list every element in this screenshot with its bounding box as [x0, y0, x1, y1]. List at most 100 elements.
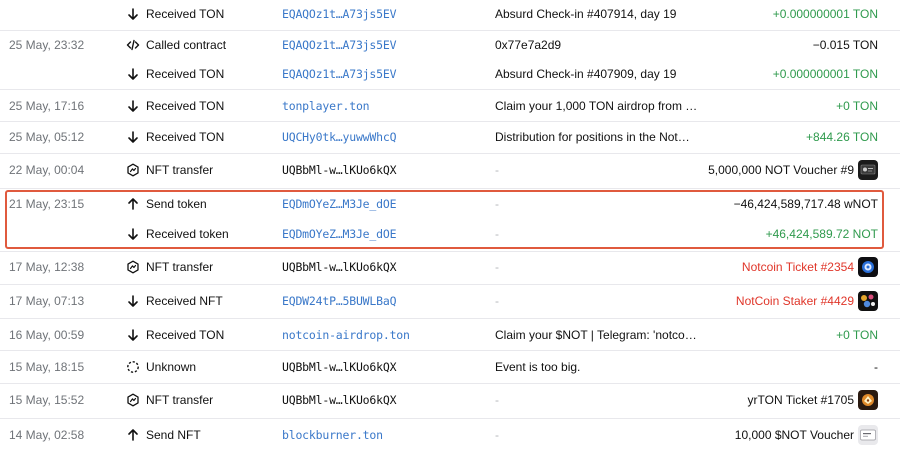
arrow-down-icon — [126, 130, 140, 144]
row-separator — [0, 251, 900, 252]
counterparty-address[interactable]: blockburner.ton — [282, 427, 383, 443]
counterparty-address: UQBbMl-w…lKUo6kQX — [282, 260, 397, 274]
transaction-action: NFT transfer — [126, 162, 213, 178]
transaction-value: +844.26 TON — [806, 130, 878, 144]
transaction-comment: Absurd Check-in #407914, day 19 — [495, 7, 677, 21]
transaction-date: 16 May, 00:59 — [9, 328, 85, 342]
unknown-icon — [126, 360, 140, 374]
nft-icon — [126, 260, 140, 274]
action-label: NFT transfer — [146, 163, 214, 177]
action-label: Unknown — [146, 360, 197, 374]
transaction-row[interactable]: 14 May, 02:58 Send NFT blockburner.ton - 10,… — [0, 425, 900, 445]
nft-thumbnail[interactable] — [858, 257, 878, 277]
transaction-value: +0 TON — [836, 328, 878, 342]
transaction-action: Unknown — [126, 359, 196, 375]
counterparty-address[interactable]: EQAQOz1t…A73js5EV — [282, 6, 397, 22]
transaction-row[interactable]: 15 May, 15:52 NFT transfer UQBbMl-w…lKUo6k… — [0, 390, 900, 410]
row-separator — [0, 121, 900, 122]
counterparty-address: UQBbMl-w…lKUo6kQX — [282, 360, 397, 374]
row-separator — [0, 89, 900, 90]
transaction-row[interactable]: Received TON EQAQOz1t…A73js5EV Absurd Chec… — [0, 4, 900, 24]
transaction-date: 17 May, 07:13 — [9, 294, 85, 308]
transaction-value: Notcoin Ticket #2354 — [741, 260, 854, 274]
transaction-comment: - — [495, 163, 499, 177]
counterparty-address[interactable]: notcoin-airdrop.ton — [282, 327, 410, 343]
transaction-row[interactable]: Received token EQDmOYeZ…M3Je_dOE - +46,424,… — [0, 224, 900, 244]
transaction-comment: Absurd Check-in #407909, day 19 — [495, 67, 677, 81]
action-label: Received TON — [146, 7, 225, 21]
nft-icon — [126, 393, 140, 407]
arrow-down-icon — [126, 227, 140, 241]
transaction-row[interactable]: 25 May, 17:16 Received TON tonplayer.ton Cl… — [0, 96, 900, 116]
arrow-down-icon — [126, 67, 140, 81]
transaction-row[interactable]: 25 May, 05:12 Received TON UQCHy0tk…yuwwWh… — [0, 127, 900, 147]
transaction-value: 10,000 $NOT Voucher — [734, 428, 854, 442]
transaction-date: 15 May, 15:52 — [9, 393, 85, 407]
arrow-up-icon — [126, 197, 140, 211]
transaction-comment: - — [495, 197, 499, 211]
transaction-row[interactable]: 15 May, 18:15 Unknown UQBbMl-w…lKUo6kQX Eve… — [0, 357, 900, 377]
transaction-value: +0.000000001 TON — [772, 7, 878, 21]
row-separator — [0, 318, 900, 319]
row-separator — [0, 383, 900, 384]
transaction-action: Called contract — [126, 37, 226, 53]
counterparty-address[interactable]: EQDW24tP…5BUWLBaQ — [282, 293, 397, 309]
action-label: Received TON — [146, 328, 225, 342]
transaction-row[interactable]: 22 May, 00:04 NFT transfer UQBbMl-w…lKUo6k… — [0, 160, 900, 180]
transaction-value: +0.000000001 TON — [772, 67, 878, 81]
transaction-date: 25 May, 23:32 — [9, 38, 85, 52]
action-label: Received NFT — [146, 294, 223, 308]
transaction-row[interactable]: Received TON EQAQOz1t…A73js5EV Absurd Chec… — [0, 64, 900, 84]
action-label: Received TON — [146, 130, 225, 144]
transaction-action: NFT transfer — [126, 392, 213, 408]
counterparty-address: UQBbMl-w…lKUo6kQX — [282, 393, 397, 407]
counterparty-address[interactable]: UQCHy0tk…yuwwWhcQ — [282, 129, 397, 145]
arrow-down-icon — [126, 328, 140, 342]
transaction-row[interactable]: 21 May, 23:15 Send token EQDmOYeZ…M3Je_dOE… — [0, 194, 900, 214]
nft-thumbnail[interactable] — [858, 291, 878, 311]
counterparty-address[interactable]: EQAQOz1t…A73js5EV — [282, 66, 397, 82]
transaction-action: Received TON — [126, 129, 224, 145]
counterparty-address[interactable]: EQAQOz1t…A73js5EV — [282, 37, 397, 53]
transaction-date: 25 May, 17:16 — [9, 99, 85, 113]
transaction-value: 5,000,000 NOT Voucher #9 — [708, 163, 854, 177]
transaction-row[interactable]: 17 May, 07:13 Received NFT EQDW24tP…5BUWLB… — [0, 291, 900, 311]
transaction-date: 17 May, 12:38 — [9, 260, 85, 274]
row-separator — [0, 153, 900, 154]
transaction-action: Received TON — [126, 6, 224, 22]
transaction-row[interactable]: 17 May, 12:38 NFT transfer UQBbMl-w…lKUo6k… — [0, 257, 900, 277]
row-separator — [0, 350, 900, 351]
counterparty-address[interactable]: EQDmOYeZ…M3Je_dOE — [282, 226, 397, 242]
nft-icon — [126, 163, 140, 177]
transaction-date: 25 May, 05:12 — [9, 130, 85, 144]
code-icon — [126, 38, 140, 52]
counterparty-address[interactable]: tonplayer.ton — [282, 98, 370, 114]
nft-thumbnail[interactable] — [858, 425, 878, 445]
transaction-row[interactable]: 16 May, 00:59 Received TON notcoin-airdrop… — [0, 325, 900, 345]
transaction-comment: Event is too big. — [495, 360, 581, 374]
transaction-comment: - — [495, 227, 499, 241]
transaction-action: Received TON — [126, 98, 224, 114]
transaction-value: NotCoin Staker #4429 — [735, 294, 854, 308]
nft-thumbnail[interactable] — [858, 390, 878, 410]
transaction-value: +0 TON — [836, 99, 878, 113]
counterparty-address[interactable]: EQDmOYeZ…M3Je_dOE — [282, 196, 397, 212]
nft-thumbnail[interactable] — [858, 160, 878, 180]
transaction-comment: Claim your 1,000 TON airdrop from … — [495, 99, 698, 113]
action-label: NFT transfer — [146, 260, 214, 274]
action-label: Send token — [146, 197, 207, 211]
transaction-date: 21 May, 23:15 — [9, 197, 85, 211]
transaction-row[interactable]: 25 May, 23:32 Called contract EQAQOz1t…A73… — [0, 35, 900, 55]
transaction-comment: - — [495, 428, 499, 442]
transaction-comment: Claim your $NOT | Telegram: 'notco… — [495, 328, 697, 342]
transaction-action: Received TON — [126, 327, 224, 343]
transaction-action: Received NFT — [126, 293, 223, 309]
transaction-value: yrTON Ticket #1705 — [747, 393, 855, 407]
transaction-action: Received TON — [126, 66, 224, 82]
action-label: Received TON — [146, 67, 225, 81]
row-separator — [0, 188, 900, 189]
transaction-comment: Distribution for positions in the Not… — [495, 130, 690, 144]
arrow-down-icon — [126, 99, 140, 113]
transaction-comment: 0x77e7a2d9 — [495, 38, 562, 52]
transaction-action: Send token — [126, 196, 207, 212]
